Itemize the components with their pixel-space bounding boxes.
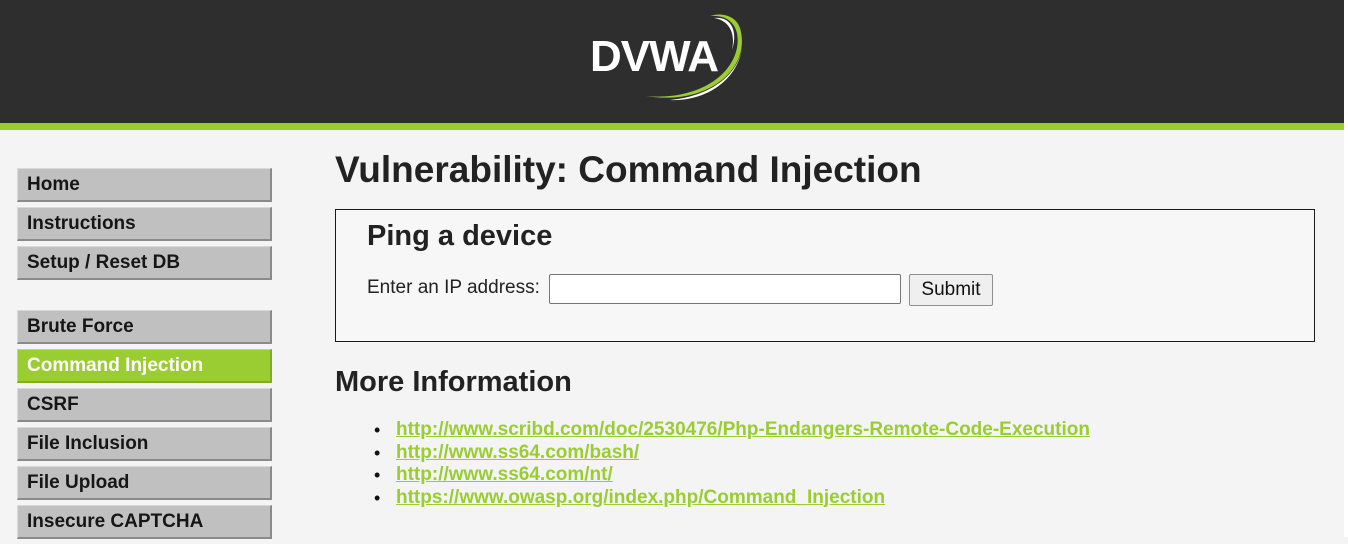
link-scribd-php-endangers[interactable]: http://www.scribd.com/doc/2530476/Php-En… xyxy=(396,419,1090,440)
link-ss64-bash[interactable]: http://www.ss64.com/bash/ xyxy=(396,442,639,463)
submit-button[interactable]: Submit xyxy=(909,274,993,306)
link-ss64-nt[interactable]: http://www.ss64.com/nt/ xyxy=(396,464,613,485)
sidebar-item-instructions[interactable]: Instructions xyxy=(17,207,272,241)
sidebar-item-command-injection[interactable]: Command Injection xyxy=(17,349,272,383)
list-item: • https://www.owasp.org/index.php/Comman… xyxy=(374,487,1090,510)
list-item: • http://www.ss64.com/bash/ xyxy=(374,442,1090,465)
ip-address-label: Enter an IP address: xyxy=(367,277,540,298)
bullet-icon: • xyxy=(374,420,381,440)
ip-address-input[interactable] xyxy=(549,274,901,304)
sidebar-item-file-inclusion[interactable]: File Inclusion xyxy=(17,427,272,461)
list-item: • http://www.ss64.com/nt/ xyxy=(374,464,1090,487)
sidebar-item-brute-force[interactable]: Brute Force xyxy=(17,310,272,344)
ping-form-heading: Ping a device xyxy=(367,220,553,252)
sidebar-item-setup-reset-db[interactable]: Setup / Reset DB xyxy=(17,246,272,280)
page-header: DVWA xyxy=(0,0,1344,130)
page-title: Vulnerability: Command Injection xyxy=(335,149,922,190)
ping-form-box: Ping a device Enter an IP address: Submi… xyxy=(335,209,1315,342)
sidebar-item-csrf[interactable]: CSRF xyxy=(17,388,272,422)
bullet-icon: • xyxy=(374,465,381,485)
sidebar-item-home[interactable]: Home xyxy=(17,168,272,202)
sidebar-menu-main: Home Instructions Setup / Reset DB xyxy=(17,168,272,285)
list-item: • http://www.scribd.com/doc/2530476/Php-… xyxy=(374,419,1090,442)
sidebar-menu-vulnerabilities: Brute Force Command Injection CSRF File … xyxy=(17,310,272,544)
more-information-links: • http://www.scribd.com/doc/2530476/Php-… xyxy=(374,419,1090,509)
dvwa-logo-text: DVWA xyxy=(590,32,719,81)
window-edge xyxy=(1344,0,1348,537)
more-information-heading: More Information xyxy=(335,366,572,398)
sidebar-item-insecure-captcha[interactable]: Insecure CAPTCHA xyxy=(17,505,272,539)
sidebar-item-file-upload[interactable]: File Upload xyxy=(17,466,272,500)
bullet-icon: • xyxy=(374,442,381,463)
link-owasp-command-injection[interactable]: https://www.owasp.org/index.php/Command_… xyxy=(396,487,885,508)
bullet-icon: • xyxy=(374,487,381,508)
